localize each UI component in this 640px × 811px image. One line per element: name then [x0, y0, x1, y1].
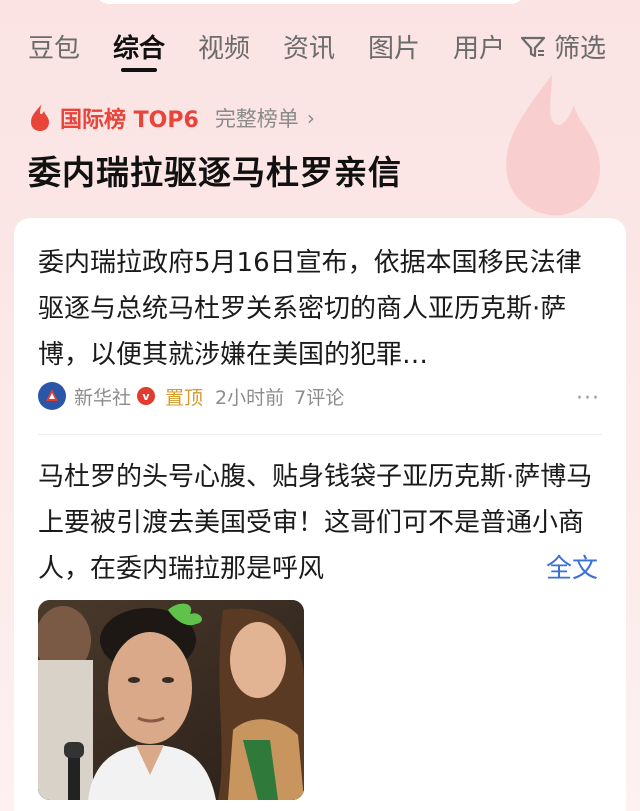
filter-button[interactable]: 筛选	[520, 28, 606, 65]
hot-list-header: 国际榜 TOP6 完整榜单 ›	[28, 100, 315, 136]
post-photo[interactable]	[38, 600, 304, 800]
photo-illustration	[38, 600, 304, 800]
hot-headline[interactable]: 委内瑞拉驱逐马杜罗亲信	[28, 146, 402, 194]
pinned-label: 置顶	[165, 386, 204, 409]
full-text-link[interactable]: 全文	[533, 546, 598, 592]
full-list-link[interactable]: 完整榜单 ›	[215, 103, 315, 133]
filter-icon	[520, 36, 546, 57]
post-time: 2小时前	[215, 386, 285, 409]
search-tabs: 豆包 综合 视频 资讯 图片 用户 筛选	[0, 20, 640, 72]
decorative-flame-icon	[506, 75, 601, 216]
tab-video[interactable]: 视频	[198, 28, 250, 65]
tab-doubao[interactable]: 豆包	[28, 28, 80, 65]
xinhua-logo-icon	[43, 387, 61, 405]
tab-comprehensive[interactable]: 综合	[113, 28, 165, 65]
verified-badge: v	[137, 387, 156, 405]
full-list-label: 完整榜单	[214, 107, 299, 131]
tab-images[interactable]: 图片	[368, 28, 420, 65]
comment-count[interactable]: 7评论	[294, 383, 344, 410]
article-meta: 新华社 v 置顶 2小时前 7评论	[38, 381, 344, 411]
result-card: 委内瑞拉政府5月16日宣布，依据本国移民法律驱逐与总统马杜罗关系密切的商人亚历克…	[14, 218, 626, 811]
post-summary[interactable]: 马杜罗的头号心腹、贴身钱袋子亚历克斯·萨博马上要被引渡去美国受审！这哥们可不是普…	[38, 454, 604, 592]
divider	[38, 434, 602, 435]
chevron-right-icon: ›	[306, 106, 315, 130]
more-options-icon[interactable]: ···	[576, 386, 600, 411]
tab-users[interactable]: 用户	[453, 28, 505, 65]
hot-list-title: 国际榜 TOP6	[60, 108, 199, 133]
filter-label: 筛选	[554, 34, 607, 64]
source-name[interactable]: 新华社	[74, 383, 131, 410]
search-bar-edge[interactable]	[95, 0, 525, 4]
source-avatar[interactable]	[38, 382, 66, 410]
active-tab-indicator	[121, 68, 157, 72]
tab-news[interactable]: 资讯	[283, 28, 335, 65]
article-summary[interactable]: 委内瑞拉政府5月16日宣布，依据本国移民法律驱逐与总统马杜罗关系密切的商人亚历克…	[38, 240, 604, 378]
flame-icon	[31, 105, 49, 131]
